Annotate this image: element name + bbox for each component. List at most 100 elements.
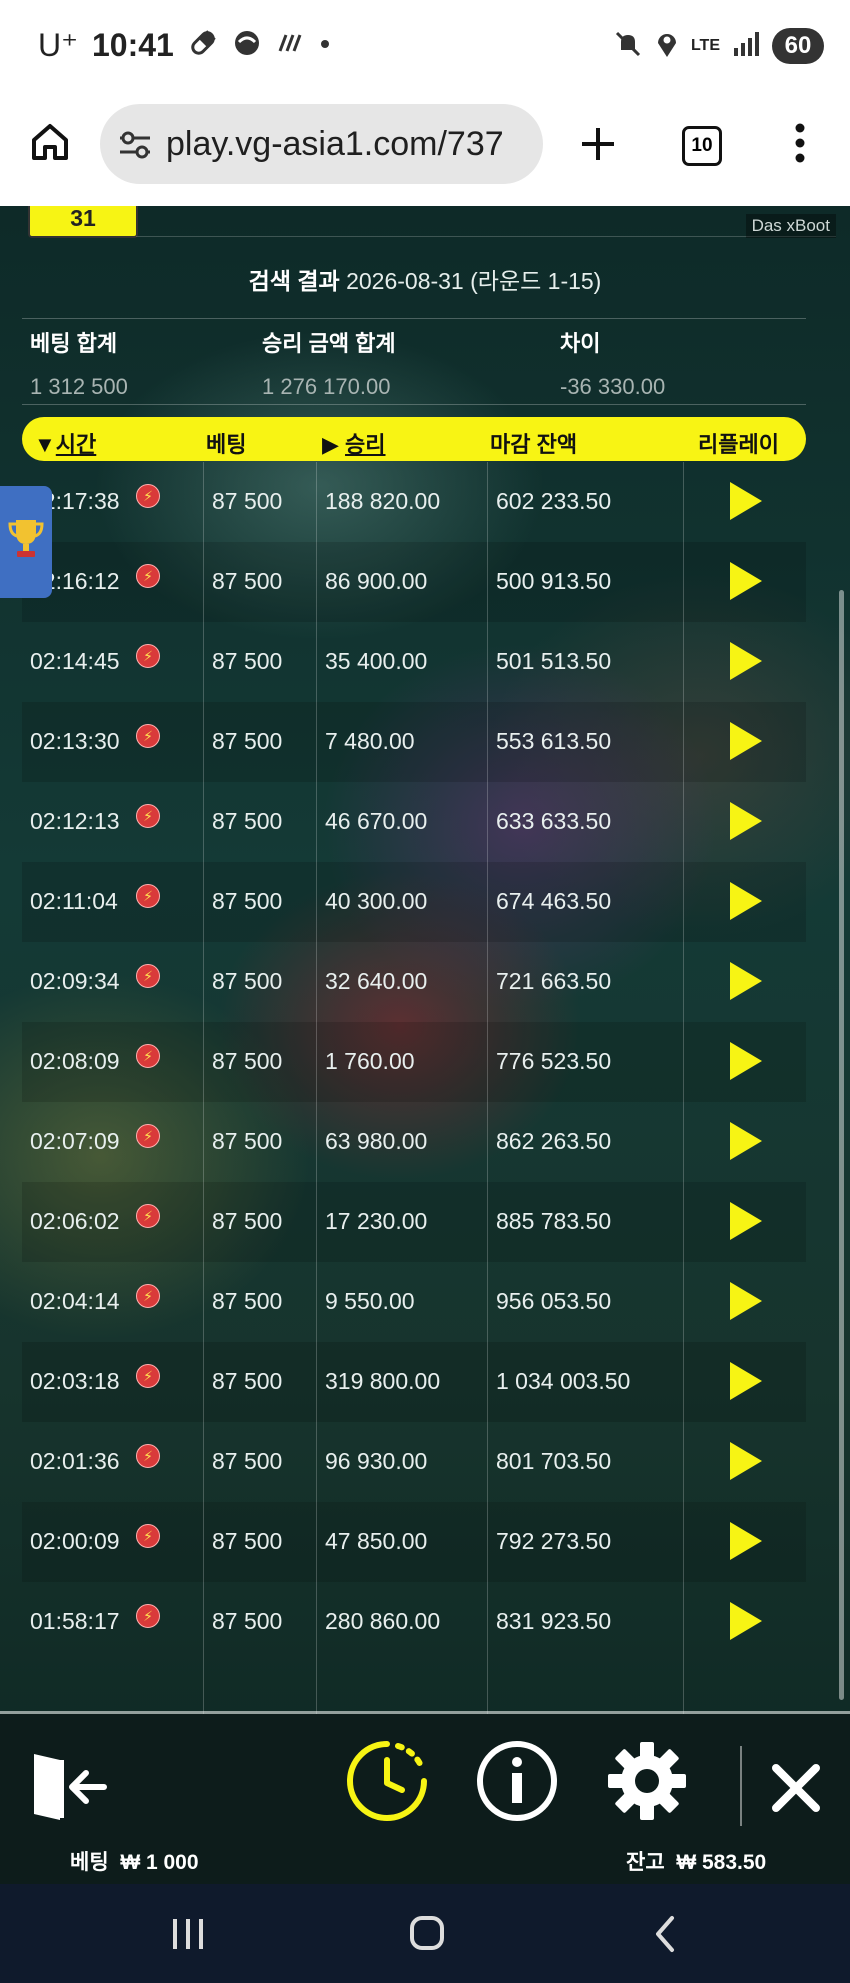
gear-icon[interactable]	[606, 1740, 688, 1827]
win-header-label: 승리	[345, 432, 386, 457]
win-total: 승리 금액 합계 1 276 170.00	[262, 326, 396, 400]
replay-play-icon[interactable]	[730, 882, 762, 920]
replay-play-icon[interactable]	[730, 722, 762, 760]
table-row: 02:17:38 ⚡ 87 500 188 820.00 602 233.50	[22, 462, 806, 542]
table-row: 02:03:18 ⚡ 87 500 319 800.00 1 034 003.50	[22, 1342, 806, 1422]
lightning-icon: ⚡	[136, 1364, 160, 1388]
time-cell: 02:03:18	[30, 1368, 120, 1394]
browser-toolbar: play.vg-asia1.com/737 10	[0, 96, 850, 206]
footer-balance-label: 잔고	[626, 1851, 665, 1874]
replay-play-icon[interactable]	[730, 962, 762, 1000]
win-total-value: 1 276 170.00	[262, 374, 391, 399]
replay-play-icon[interactable]	[730, 1362, 762, 1400]
time-cell: 02:13:30	[30, 728, 120, 754]
replay-play-icon[interactable]	[730, 1522, 762, 1560]
time-cell: 02:14:45	[30, 648, 120, 674]
lightning-icon: ⚡	[136, 1124, 160, 1148]
balance-cell: 862 263.50	[496, 1128, 612, 1154]
home-icon[interactable]	[28, 120, 72, 169]
table-row: 02:07:09 ⚡ 87 500 63 980.00 862 263.50	[22, 1102, 806, 1182]
win-cell: 46 670.00	[325, 808, 428, 834]
difference: 차이 -36 330.00	[560, 326, 665, 400]
win-cell: 280 860.00	[325, 1608, 441, 1634]
trophy-icon	[7, 516, 45, 569]
replay-play-icon[interactable]	[730, 562, 762, 600]
balance-cell: 792 273.50	[496, 1528, 612, 1554]
time-cell: 02:08:09	[30, 1048, 120, 1074]
replay-play-icon[interactable]	[730, 802, 762, 840]
tabs-icon[interactable]: 10	[682, 126, 722, 166]
bet-cell: 87 500	[212, 1368, 283, 1394]
table-row: 02:08:09 ⚡ 87 500 1 760.00 776 523.50	[22, 1022, 806, 1102]
lightning-icon: ⚡	[136, 1204, 160, 1228]
info-icon[interactable]	[476, 1740, 558, 1827]
time-cell: 02:07:09	[30, 1128, 120, 1154]
time-cell: 02:12:13	[30, 808, 120, 834]
plus-icon[interactable]	[578, 124, 618, 169]
replay-play-icon[interactable]	[730, 1442, 762, 1480]
time-cell: 02:06:02	[30, 1208, 120, 1234]
win-cell: 96 930.00	[325, 1448, 428, 1474]
bet-cell: 87 500	[212, 968, 283, 994]
win-cell: 319 800.00	[325, 1368, 441, 1394]
divider	[22, 404, 806, 405]
lightning-icon: ⚡	[136, 564, 160, 588]
replay-play-icon[interactable]	[730, 1122, 762, 1160]
time-column-header[interactable]: ▼시간	[34, 427, 96, 459]
win-cell: 40 300.00	[325, 888, 428, 914]
home-nav-icon[interactable]	[408, 1914, 446, 1957]
divider	[22, 318, 806, 319]
win-cell: 35 400.00	[325, 648, 428, 674]
time-header-label: 시간	[55, 432, 97, 457]
time-cell: 02:11:04	[30, 888, 118, 914]
time-cell: 02:00:09	[30, 1528, 120, 1554]
win-column-header[interactable]: ▶ 승리	[322, 427, 386, 459]
scrollbar[interactable]	[839, 590, 844, 1700]
table-header: ▼시간 베팅 ▶ 승리 마감 잔액 리플레이	[22, 417, 806, 461]
trophy-tab[interactable]	[0, 486, 52, 598]
close-icon[interactable]	[770, 1762, 822, 1819]
recents-icon[interactable]	[170, 1916, 206, 1957]
history-icon[interactable]	[344, 1738, 430, 1829]
replay-play-icon[interactable]	[730, 1602, 762, 1640]
table-row: 02:00:09 ⚡ 87 500 47 850.00 792 273.50	[22, 1502, 806, 1582]
lightning-icon: ⚡	[136, 884, 160, 908]
table-row: 02:11:04 ⚡ 87 500 40 300.00 674 463.50	[22, 862, 806, 942]
time-cell: 01:58:17	[30, 1608, 120, 1634]
more-icon[interactable]	[794, 122, 806, 169]
replay-play-icon[interactable]	[730, 482, 762, 520]
status-bar: U⁺ 10:41 LTE 60	[0, 0, 850, 96]
table-row: 02:04:14 ⚡ 87 500 9 550.00 956 053.50	[22, 1262, 806, 1342]
win-cell: 17 230.00	[325, 1208, 428, 1234]
exit-icon[interactable]	[30, 1748, 112, 1831]
pill-icon	[188, 28, 218, 63]
bet-cell: 87 500	[212, 1448, 283, 1474]
replay-play-icon[interactable]	[730, 642, 762, 680]
back-icon[interactable]	[652, 1914, 678, 1959]
time-cell: 02:04:14	[30, 1288, 120, 1314]
search-result-label: 검색 결과	[248, 268, 340, 294]
bet-cell: 87 500	[212, 1608, 283, 1634]
bet-cell: 87 500	[212, 1128, 283, 1154]
balance-column-header: 마감 잔액	[490, 432, 578, 457]
footer-bet-label: 베팅	[70, 1851, 109, 1874]
address-bar[interactable]: play.vg-asia1.com/737	[100, 104, 543, 184]
date-chip[interactable]: 31	[28, 206, 138, 238]
dot-icon	[320, 36, 330, 54]
win-cell: 63 980.00	[325, 1128, 428, 1154]
bet-cell: 87 500	[212, 888, 283, 914]
bet-cell: 87 500	[212, 1528, 283, 1554]
footer-bet: 베팅 ₩ 1 000	[70, 1846, 199, 1876]
lightning-icon: ⚡	[136, 484, 160, 508]
divider	[136, 236, 836, 237]
replay-play-icon[interactable]	[730, 1282, 762, 1320]
table-row: 02:01:36 ⚡ 87 500 96 930.00 801 703.50	[22, 1422, 806, 1502]
nfc-icon	[276, 31, 306, 60]
replay-play-icon[interactable]	[730, 1042, 762, 1080]
site-settings-icon[interactable]	[118, 130, 152, 165]
replay-play-icon[interactable]	[730, 1202, 762, 1240]
balance-cell: 553 613.50	[496, 728, 612, 754]
column-divider	[487, 462, 488, 1870]
search-result-line: 검색 결과 2026-08-31 (라운드 1-15)	[0, 262, 850, 296]
balance-cell: 500 913.50	[496, 568, 612, 594]
